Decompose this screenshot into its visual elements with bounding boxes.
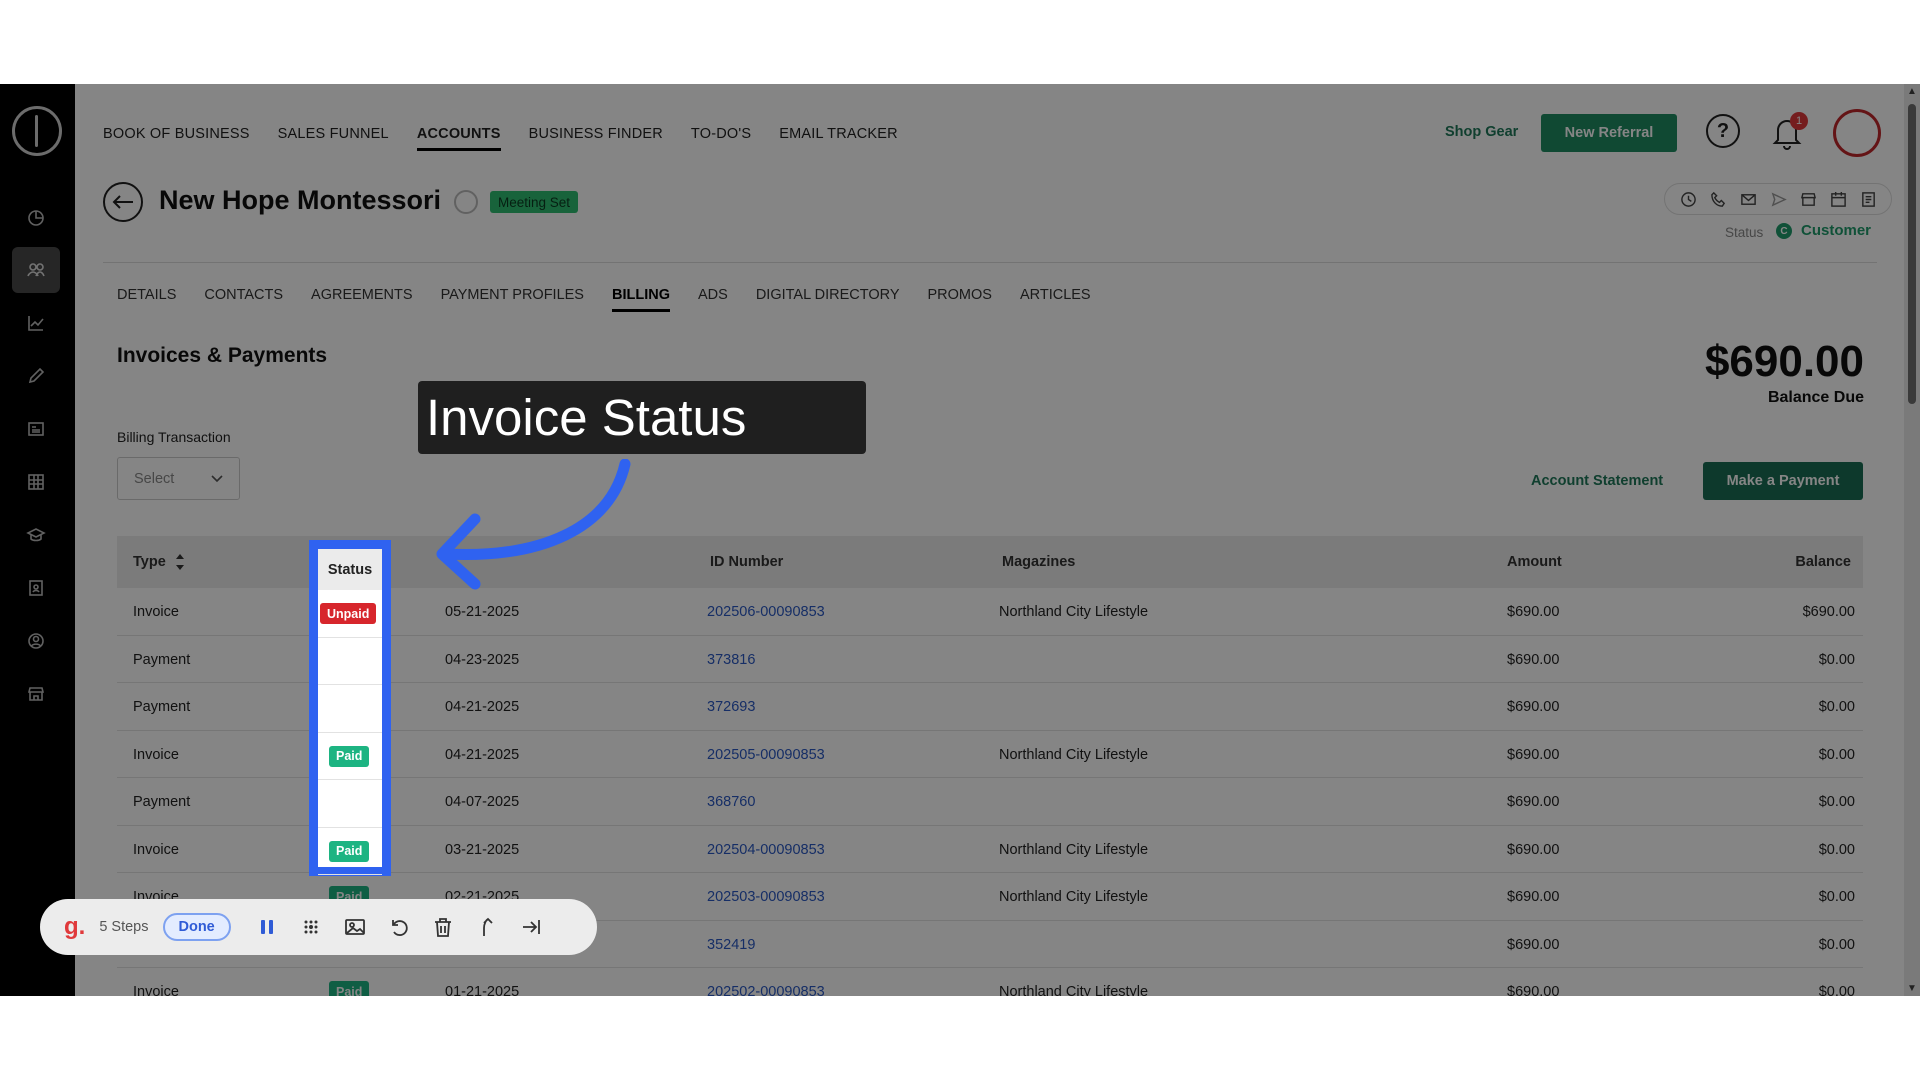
recorder-logo: g.: [64, 913, 86, 940]
highlight-status-pill: Paid: [329, 745, 370, 767]
callout-label: Invoice Status: [418, 381, 866, 454]
status-column-highlight: Status Unpaid Paid Paid: [309, 540, 391, 876]
dim-overlay: [0, 84, 1920, 996]
highlight-row: Paid: [318, 733, 382, 780]
highlight-row: Unpaid: [318, 590, 382, 638]
callout-arrow-icon: [436, 459, 631, 590]
scrollbar[interactable]: ▲ ▼: [1904, 84, 1920, 996]
highlight-row: [318, 685, 382, 733]
highlight-header-status: Status: [318, 549, 382, 590]
upload-icon[interactable]: [469, 909, 505, 945]
trash-icon[interactable]: [425, 909, 461, 945]
scroll-up-icon[interactable]: ▲: [1907, 86, 1917, 97]
highlight-row: [318, 638, 382, 685]
done-button[interactable]: Done: [162, 913, 231, 941]
highlight-status-pill: Unpaid: [320, 603, 377, 624]
app-window: BOOK OF BUSINESS SALES FUNNEL ACCOUNTS B…: [0, 84, 1920, 996]
highlight-status-pill: Paid: [329, 840, 370, 862]
recorder-steps: 5 Steps: [99, 919, 149, 935]
scroll-thumb[interactable]: [1908, 104, 1916, 404]
blur-icon[interactable]: [293, 909, 329, 945]
pause-icon[interactable]: [249, 909, 285, 945]
highlight-row: Paid: [318, 828, 382, 875]
highlight-row: [318, 780, 382, 828]
recorder-toolbar: g. 5 Steps Done: [40, 899, 597, 955]
undo-icon[interactable]: [381, 909, 417, 945]
skip-icon[interactable]: [513, 909, 549, 945]
image-icon[interactable]: [337, 909, 373, 945]
scroll-down-icon[interactable]: ▼: [1907, 983, 1917, 994]
